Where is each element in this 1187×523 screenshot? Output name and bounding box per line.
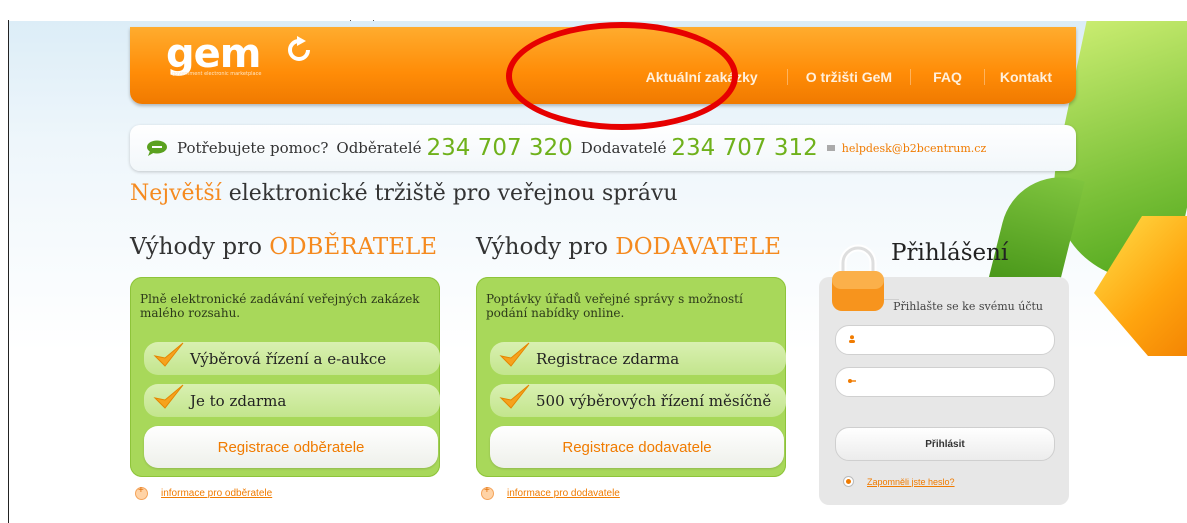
buyers-benefit-text: Výběrová řízení a e-aukce — [190, 349, 387, 368]
buyers-phone-label: Odběratelé — [336, 139, 422, 157]
page: gem government electronic marketplace Ak… — [9, 21, 1187, 523]
buyers-info-link-text: informace pro odběratele — [161, 488, 273, 499]
checkmark-icon — [499, 384, 530, 409]
nav-current-tenders[interactable]: Aktuální zakázky — [631, 69, 773, 85]
checkmark-icon — [153, 384, 184, 409]
refresh-arrow-icon — [288, 36, 310, 61]
login-button[interactable]: Přihlásit — [835, 427, 1055, 461]
helpdesk-email-link[interactable]: helpdesk@b2bcentrum.cz — [842, 142, 987, 155]
password-input[interactable] — [835, 367, 1055, 397]
key-icon — [848, 379, 856, 383]
window-left-edge — [0, 20, 9, 523]
suppliers-info-link-text: informace pro dodavatele — [507, 488, 620, 499]
suppliers-benefit-text: Registrace zdarma — [536, 349, 680, 368]
tagline: Největší elektronické tržiště pro veřejn… — [130, 181, 678, 206]
buyers-benefits-box: Plně elektronické zadávání veřejných zak… — [130, 277, 440, 477]
suppliers-benefit-item: Registrace zdarma — [490, 342, 786, 375]
nav-contact[interactable]: Kontakt — [983, 69, 1076, 85]
suppliers-benefit-text: 500 výběrových řízení měsíčně — [536, 391, 772, 410]
radio-dot-icon — [843, 476, 854, 487]
site-header: gem government electronic marketplace Ak… — [130, 27, 1076, 104]
main-nav: Aktuální zakázky O tržišti GeM FAQ Konta… — [631, 65, 1076, 89]
checkmark-icon — [499, 342, 530, 367]
buyers-description: Plně elektronické zadávání veřejných zak… — [140, 292, 420, 320]
suppliers-title-prefix: Výhody pro — [476, 234, 616, 260]
suppliers-info-link[interactable]: informace pro dodavatele — [481, 485, 620, 500]
suppliers-phone: 234 707 312 — [671, 135, 818, 161]
tagline-highlight: Největší — [130, 181, 222, 206]
buyers-phone: 234 707 320 — [426, 135, 573, 161]
checkmark-icon — [153, 342, 184, 367]
tagline-rest: elektronické tržiště pro veřejnou správu — [221, 181, 678, 206]
plus-circle-icon — [135, 485, 148, 500]
suppliers-phone-label: Dodavatelé — [580, 139, 667, 157]
forgot-password-link[interactable]: Zapomněli jste heslo? — [843, 476, 955, 487]
buyers-title: Výhody pro ODBĚRATELE — [130, 234, 437, 260]
chat-bubble-icon — [147, 140, 167, 156]
help-bar: Potřebujete pomoc? Odběratelé 234 707 32… — [130, 125, 1076, 171]
forgot-password-text: Zapomněli jste heslo? — [867, 476, 955, 487]
suppliers-title: Výhody pro DODAVATELE — [476, 234, 781, 260]
window-top-bar — [0, 0, 1187, 20]
suppliers-benefits-box: Poptávky úřadů veřejné správy s možností… — [476, 277, 786, 477]
register-buyer-button[interactable]: Registrace odběratele — [144, 426, 438, 468]
login-title: Přihlášení — [891, 240, 1009, 266]
user-icon — [849, 335, 855, 343]
buyers-benefit-item: Je to zdarma — [144, 384, 440, 417]
buyers-title-prefix: Výhody pro — [130, 234, 270, 260]
padlock-icon — [832, 244, 884, 311]
plus-circle-icon — [481, 485, 494, 500]
username-input[interactable] — [835, 325, 1055, 355]
buyers-title-highlight: ODBĚRATELE — [269, 234, 438, 260]
register-supplier-button[interactable]: Registrace dodavatele — [490, 426, 784, 468]
nav-faq[interactable]: FAQ — [910, 69, 984, 85]
nav-about[interactable]: O tržišti GeM — [786, 69, 910, 85]
buyers-benefit-text: Je to zdarma — [190, 391, 287, 410]
suppliers-description: Poptávky úřadů veřejné správy s možností… — [486, 292, 743, 320]
help-question: Potřebujete pomoc? — [177, 139, 329, 157]
logo[interactable]: gem government electronic marketplace — [166, 31, 310, 77]
logo-subtitle: government electronic marketplace — [172, 71, 262, 77]
buyers-info-link[interactable]: informace pro odběratele — [135, 485, 273, 500]
suppliers-title-highlight: DODAVATELE — [615, 234, 782, 260]
mail-icon — [826, 145, 835, 151]
suppliers-benefit-item: 500 výběrových řízení měsíčně — [490, 384, 786, 417]
buyers-benefit-item: Výběrová řízení a e-aukce — [144, 342, 440, 375]
